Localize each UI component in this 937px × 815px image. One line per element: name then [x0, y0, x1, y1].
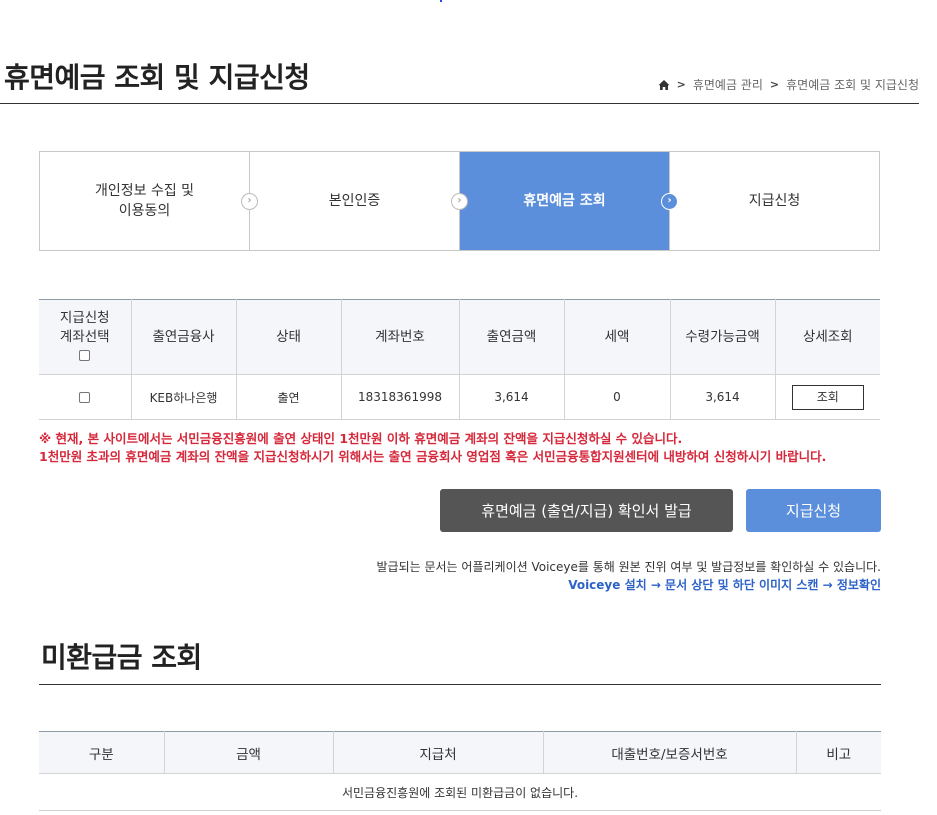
step-consent: 개인정보 수집 및 이용동의 › — [40, 152, 258, 250]
table-header-row: 구분 금액 지급처 대출번호/보증서번호 비고 — [39, 731, 881, 774]
step-apply: 지급신청 — [670, 152, 879, 250]
breadcrumb-item-current[interactable]: 휴면예금 조회 및 지급신청 — [786, 76, 919, 93]
col-tax: 세액 — [563, 299, 671, 375]
col-status: 상태 — [235, 299, 342, 375]
col-remarks: 비고 — [795, 731, 881, 774]
table-row: 서민금융진흥원에 조회된 미환급금이 없습니다. — [39, 773, 881, 811]
col-select: 지급신청 계좌선택 — [39, 299, 132, 375]
detail-cell: 조회 — [774, 374, 880, 420]
notice-line: ※ 현재, 본 사이트에서는 서민금융진흥원에 출연 상태인 1천만원 이하 휴… — [39, 431, 683, 446]
home-icon[interactable] — [658, 79, 670, 91]
col-loan-no: 대출번호/보증서번호 — [542, 731, 797, 774]
breadcrumb-separator: > — [676, 78, 686, 91]
table-header-row: 지급신청 계좌선택 출연금융사 상태 계좌번호 출연금액 세액 수령가능금액 상… — [39, 299, 880, 375]
col-category: 구분 — [39, 731, 165, 774]
col-receivable: 수령가능금액 — [669, 299, 776, 375]
dormant-account-table: 지급신청 계좌선택 출연금융사 상태 계좌번호 출연금액 세액 수령가능금액 상… — [39, 299, 880, 420]
tax-cell: 0 — [563, 374, 671, 420]
status-cell: 출연 — [235, 374, 342, 420]
chevron-right-icon: › — [661, 193, 678, 210]
amount-cell: 3,614 — [458, 374, 565, 420]
col-payee: 지급처 — [332, 731, 544, 774]
issue-certificate-button[interactable]: 휴면예금 (출연/지급) 확인서 발급 — [440, 489, 733, 532]
step-label: 휴면예금 조회 — [523, 192, 606, 209]
page-header: 휴면예금 조회 및 지급신청 > 휴면예금 관리 > 휴면예금 조회 및 지급신… — [0, 50, 919, 104]
empty-message: 서민금융진흥원에 조회된 미환급금이 없습니다. — [39, 773, 881, 811]
step-indicator: 개인정보 수집 및 이용동의 › 본인인증 › 휴면예금 조회 › 지급신청 — [39, 151, 880, 251]
voiceye-description: 발급되는 문서는 어플리케이션 Voiceye를 통해 원본 진위 여부 및 발… — [376, 560, 882, 574]
breadcrumb-separator: > — [769, 78, 780, 91]
step-inquiry: 휴면예금 조회 › — [460, 152, 678, 250]
table-row: KEB하나은행 출연 18318361998 3,614 0 3,614 조회 — [39, 374, 880, 420]
institution-cell: KEB하나은행 — [130, 374, 237, 420]
voiceye-guide: 발급되는 문서는 어플리케이션 Voiceye를 통해 원본 진위 여부 및 발… — [377, 558, 882, 594]
top-marker — [440, 0, 442, 2]
unpaid-refund-table: 구분 금액 지급처 대출번호/보증서번호 비고 서민금융진흥원에 조회된 미환급… — [39, 731, 881, 811]
row-select-checkbox[interactable] — [79, 392, 91, 403]
col-detail: 상세조회 — [774, 299, 880, 375]
chevron-right-icon: › — [451, 193, 468, 210]
step-label: 본인인증 — [328, 192, 381, 209]
col-institution: 출연금융사 — [130, 299, 237, 375]
chevron-right-icon: › — [241, 193, 258, 210]
col-select-label: 지급신청 계좌선택 — [59, 309, 110, 345]
breadcrumb-item-dormant-mgmt[interactable]: 휴면예금 관리 — [693, 76, 763, 93]
page-title: 휴면예금 조회 및 지급신청 — [4, 61, 310, 94]
notice-line: 1천만원 초과의 휴면예금 계좌의 잔액을 지급신청하시기 위해서는 출연 금융… — [39, 449, 827, 465]
row-select-cell — [39, 374, 132, 420]
col-amount: 금액 — [163, 731, 334, 774]
receivable-cell: 3,614 — [669, 374, 776, 420]
apply-payment-button[interactable]: 지급신청 — [746, 489, 881, 532]
step-label: 지급신청 — [748, 192, 801, 209]
select-all-checkbox[interactable] — [79, 349, 91, 361]
notice-text: ※ 현재, 본 사이트에서는 서민금융진흥원에 출연 상태인 1천만원 이하 휴… — [39, 430, 826, 466]
section-title: 미환급금 조회 — [41, 641, 202, 674]
col-account-no: 계좌번호 — [340, 299, 460, 375]
view-detail-button[interactable]: 조회 — [791, 384, 864, 410]
unpaid-section-header: 미환급금 조회 — [39, 630, 881, 685]
breadcrumb: > 휴면예금 관리 > 휴면예금 조회 및 지급신청 — [658, 76, 919, 93]
account-no-cell: 18318361998 — [340, 374, 460, 420]
step-label: 개인정보 수집 및 이용동의 — [94, 182, 195, 219]
voiceye-steps-link[interactable]: Voiceye 설치 → 문서 상단 및 하단 이미지 스캔 → 정보확인 — [377, 576, 881, 594]
col-amount: 출연금액 — [458, 299, 565, 375]
step-verification: 본인인증 › — [250, 152, 468, 250]
